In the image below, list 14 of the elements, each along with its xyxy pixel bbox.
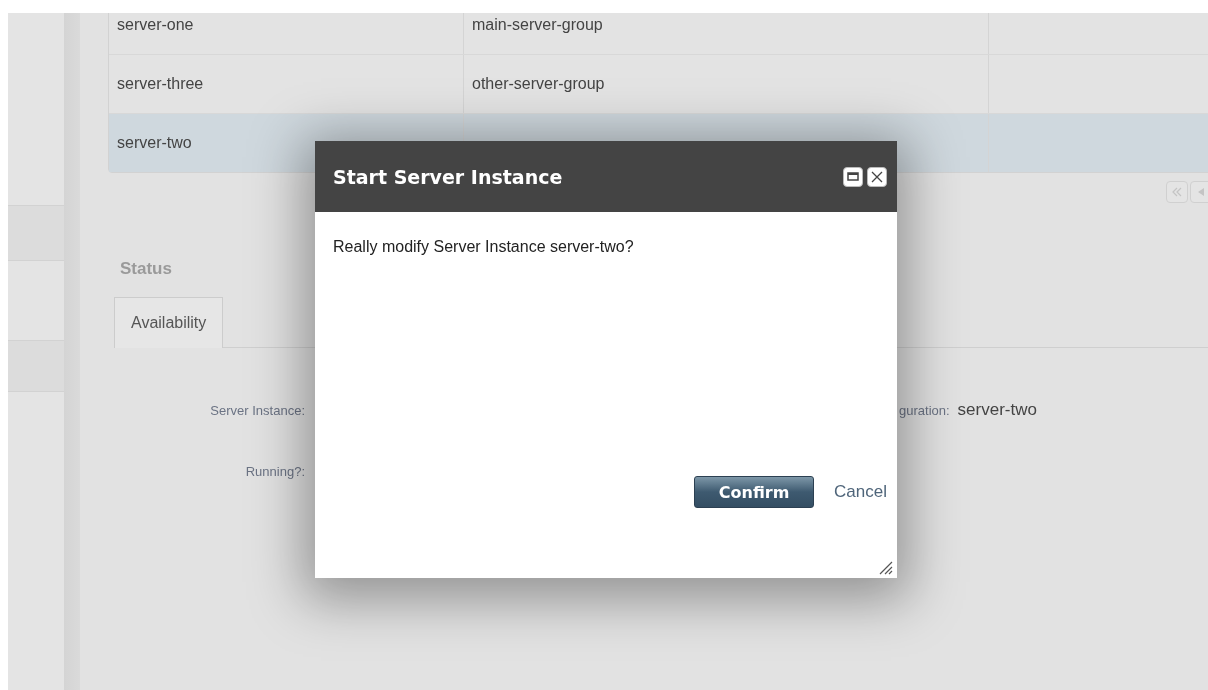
field-label: guration: bbox=[899, 403, 950, 418]
tab[interactable]: Availability bbox=[114, 297, 224, 348]
table-cell: server-one bbox=[109, 13, 464, 54]
confirm-button[interactable]: Confirm bbox=[694, 476, 815, 508]
field-value: server-two bbox=[957, 400, 1037, 420]
dialog-message: Really modify Server Instance server-two? bbox=[333, 238, 635, 256]
field-label: Running?: bbox=[244, 464, 305, 479]
cancel-link[interactable]: Cancel bbox=[834, 482, 887, 502]
table-cell: other-server-group bbox=[464, 55, 989, 113]
table-cell: main-server-group bbox=[464, 13, 989, 54]
field-label: Server Instance: bbox=[209, 403, 305, 418]
table-row[interactable]: server-one main-server-group bbox=[109, 13, 1208, 55]
section-heading: Status bbox=[120, 259, 172, 279]
table-cell: server-three bbox=[109, 55, 464, 113]
